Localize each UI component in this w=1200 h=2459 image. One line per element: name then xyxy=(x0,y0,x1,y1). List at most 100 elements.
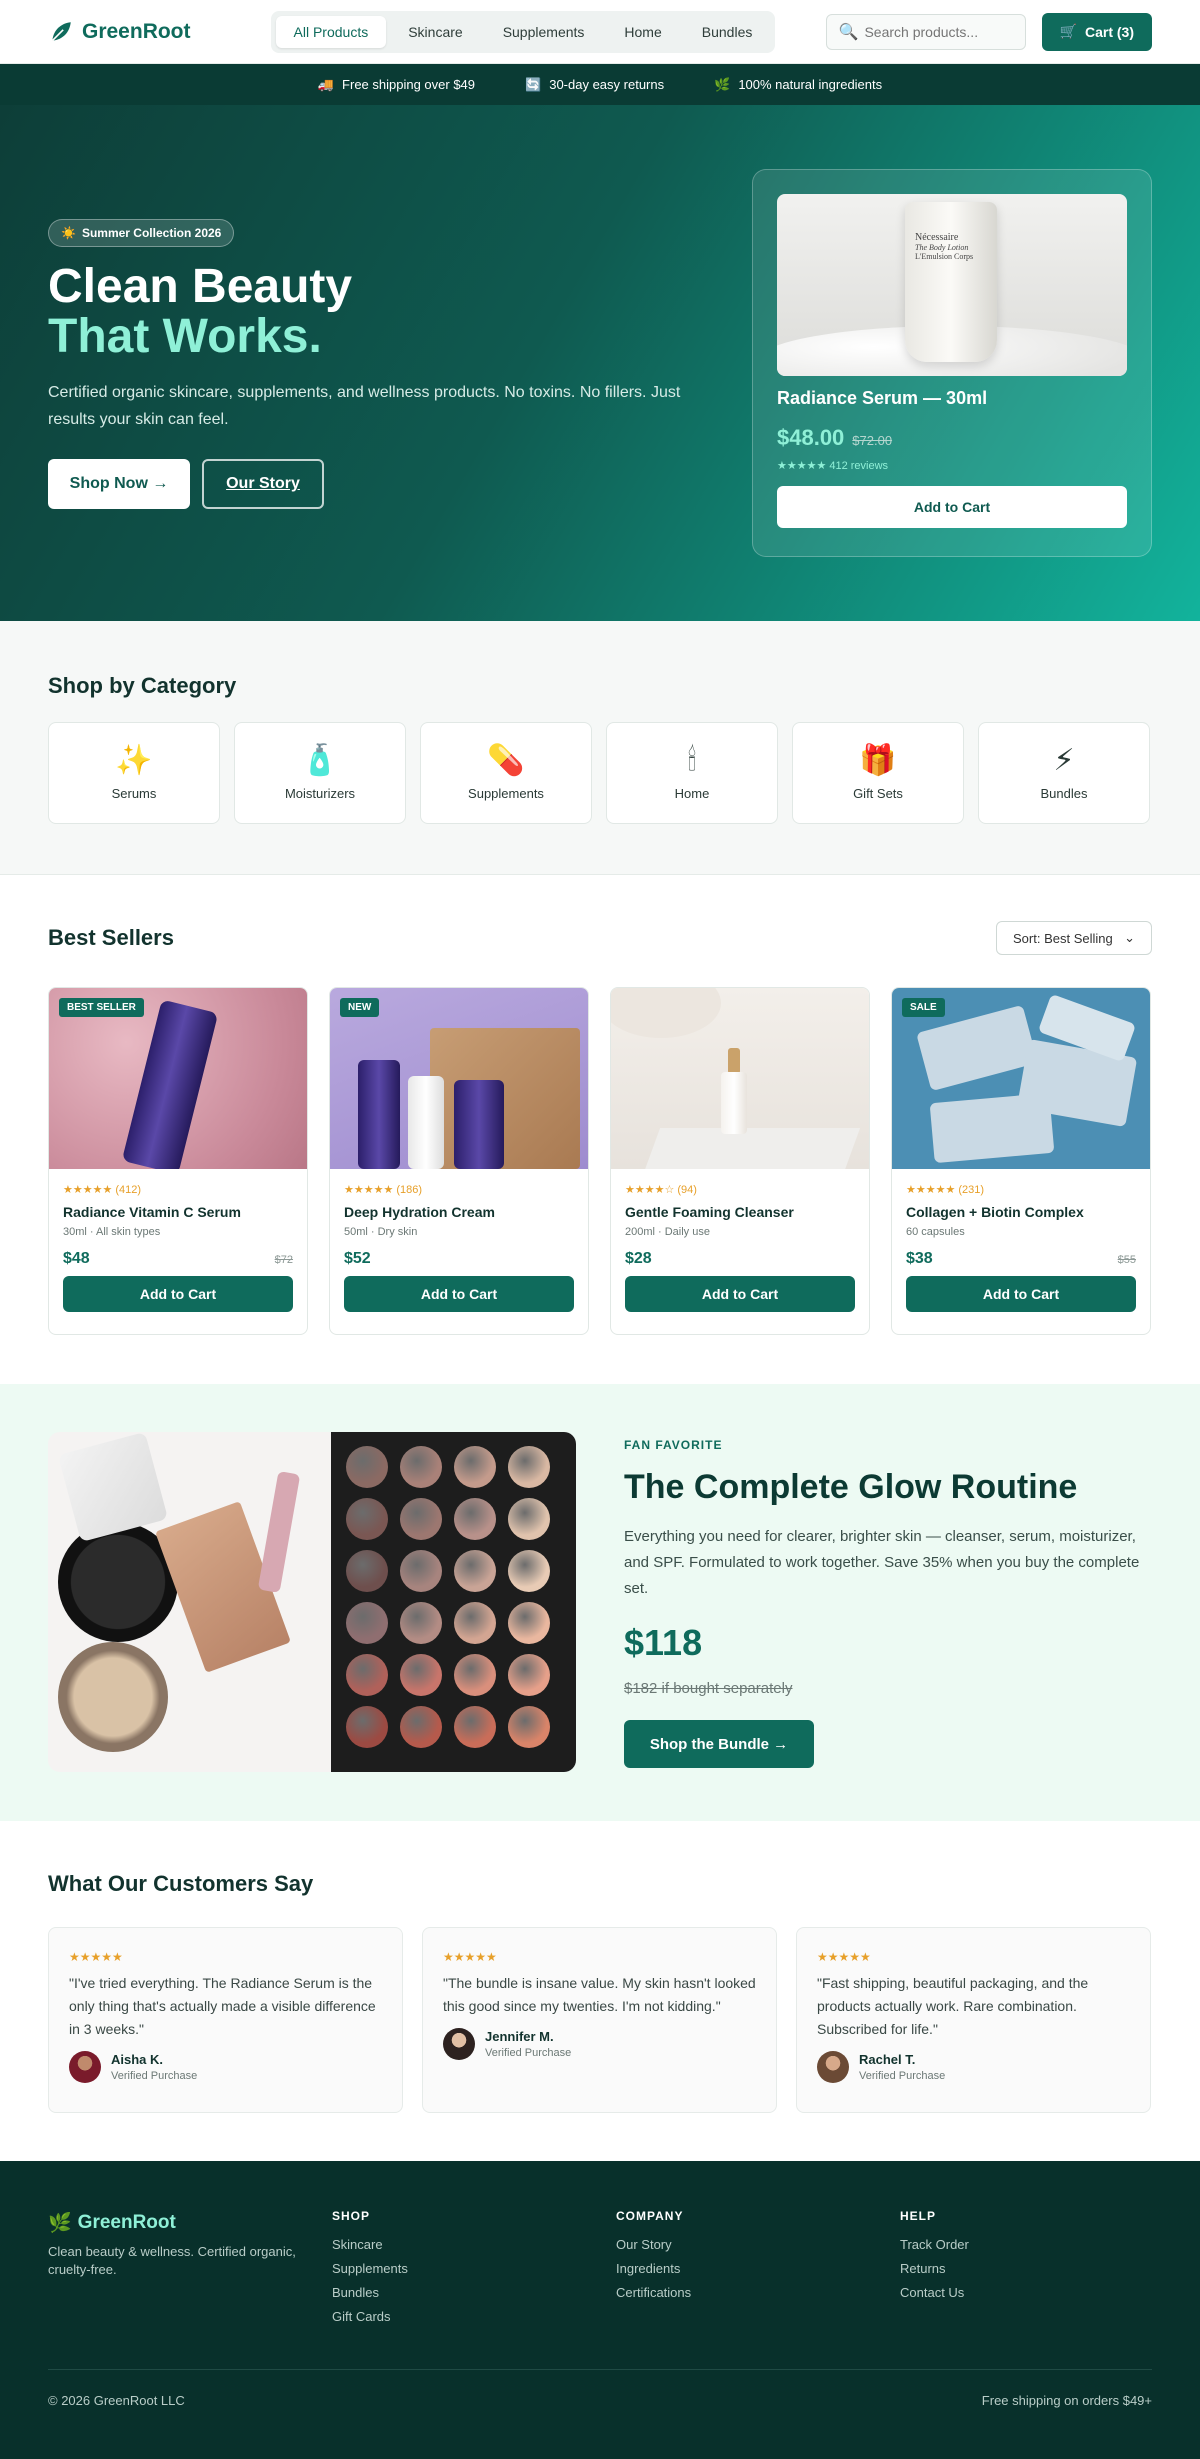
leaf-icon: 🌿 xyxy=(48,2213,72,2234)
tab-home[interactable]: Home xyxy=(606,16,679,48)
promo-eyebrow: FAN FAVORITE xyxy=(624,1438,723,1452)
add-to-cart-button[interactable]: Add to Cart xyxy=(344,1276,574,1312)
product-subtitle: 200ml · Daily use xyxy=(625,1226,710,1238)
footer-link-ingredients[interactable]: Ingredients xyxy=(616,2261,691,2276)
category-section: Shop by Category ✨ Serums 🧴 Moisturizers 💊… xyxy=(0,621,1200,875)
reviews-grid: ★★★★★ "I've tried everything. The Radian… xyxy=(48,1927,1151,2113)
product-name[interactable]: Radiance Vitamin C Serum xyxy=(63,1204,293,1220)
announce-shipping: 🚚 Free shipping over $49 xyxy=(318,77,475,93)
product-card[interactable]: SALE ★★★★★ (231) Collagen + Biotin Compl… xyxy=(891,987,1151,1335)
tab-bundles[interactable]: Bundles xyxy=(684,16,771,48)
announcement-bar: 🚚 Free shipping over $49 🔄 30-day easy ret… xyxy=(0,64,1200,105)
add-to-cart-button[interactable]: Add to Cart xyxy=(63,1276,293,1312)
category-card-moisturizers[interactable]: 🧴 Moisturizers xyxy=(234,722,406,824)
category-label: Serums xyxy=(111,785,157,801)
featured-product-name[interactable]: Radiance Serum — 30ml xyxy=(777,388,1127,409)
footer-link-skincare[interactable]: Skincare xyxy=(332,2237,408,2252)
category-label: Supplements xyxy=(468,785,544,801)
product-old-price: $55 xyxy=(1117,1254,1136,1266)
search-icon: 🔍 xyxy=(838,23,859,41)
footer-company-column: COMPANY Our Story Ingredients Certificat… xyxy=(616,2209,691,2309)
footer-link-returns[interactable]: Returns xyxy=(900,2261,969,2276)
footer-link-contact-us[interactable]: Contact Us xyxy=(900,2285,969,2300)
bundle-promo-section: FAN FAVORITE The Complete Glow Routine E… xyxy=(0,1384,1200,1821)
review-author: Aisha K. Verified Purchase xyxy=(69,2051,382,2083)
product-card[interactable]: BEST SELLER ★★★★★ (412) Radiance Vitamin… xyxy=(48,987,308,1335)
product-price-row: $48 $72 xyxy=(63,1250,293,1268)
hero-title-line1: Clean Beauty xyxy=(48,260,353,313)
category-card-supplements[interactable]: 💊 Supplements xyxy=(420,722,592,824)
product-image xyxy=(611,988,869,1169)
footer-link-bundles[interactable]: Bundles xyxy=(332,2285,408,2300)
category-card-gift-sets[interactable]: 🎁 Gift Sets xyxy=(792,722,964,824)
footer-link-track-order[interactable]: Track Order xyxy=(900,2237,969,2252)
search-input[interactable] xyxy=(864,23,1015,40)
product-card[interactable]: ★★★★☆ (94) Gentle Foaming Cleanser 200ml… xyxy=(610,987,870,1335)
footer-link-gift-cards[interactable]: Gift Cards xyxy=(332,2309,408,2324)
hero-section: ☀️ Summer Collection 2026 Clean Beauty Th… xyxy=(0,105,1200,621)
announce-natural-text: 100% natural ingredients xyxy=(738,77,883,92)
product-card[interactable]: NEW ★★★★★ (186) Deep Hydration Cream 50m… xyxy=(329,987,589,1335)
product-tag: NEW xyxy=(340,998,380,1017)
truck-icon: 🚚 xyxy=(317,76,335,92)
our-story-button[interactable]: Our Story xyxy=(202,459,324,509)
product-price: $38 xyxy=(906,1250,933,1267)
shop-bundle-button[interactable]: Shop the Bundle → xyxy=(624,1720,814,1768)
review-text: "The bundle is insane value. My skin has… xyxy=(443,1975,756,2014)
product-rating: ★★★★★ (186) xyxy=(344,1184,423,1196)
cart-label: Cart (3) xyxy=(1084,23,1134,40)
reviewer-name: Jennifer M. xyxy=(485,2029,554,2044)
footer-link-our-story[interactable]: Our Story xyxy=(616,2237,691,2252)
review-card: ★★★★★ "I've tried everything. The Radian… xyxy=(48,1927,403,2113)
sparkles-icon: ✨ xyxy=(115,743,153,777)
product-price: $48 xyxy=(63,1250,90,1267)
site-footer: 🌿 GreenRoot Clean beauty & wellness. Cert… xyxy=(0,2161,1200,2459)
footer-link-supplements[interactable]: Supplements xyxy=(332,2261,408,2276)
footer-shipping-note: Free shipping on orders $49+ xyxy=(981,2393,1152,2408)
featured-old-price: $72.00 xyxy=(852,433,893,448)
product-price-row: $28 xyxy=(625,1250,855,1268)
hero-title-line2: That Works. xyxy=(48,310,322,363)
best-sellers-section: Best Sellers Sort: Best Selling ⌄ BEST SE… xyxy=(0,875,1200,1384)
footer-shop-column: SHOP Skincare Supplements Bundles Gift C… xyxy=(332,2209,408,2333)
footer-brand-name: GreenRoot xyxy=(77,2212,176,2233)
tab-all-products[interactable]: All Products xyxy=(275,15,387,48)
footer-link-certifications[interactable]: Certifications xyxy=(616,2285,691,2300)
featured-add-to-cart-button[interactable]: Add to Cart xyxy=(777,486,1127,528)
tab-skincare[interactable]: Skincare xyxy=(390,16,480,48)
promo-price: $118 xyxy=(624,1622,703,1663)
cart-button[interactable]: 🛒 Cart (3) xyxy=(1041,12,1152,51)
promo-description: Everything you need for clearer, brighte… xyxy=(624,1528,1140,1597)
site-header: GreenRoot All Products Skincare Suppleme… xyxy=(0,0,1200,64)
product-name[interactable]: Collagen + Biotin Complex xyxy=(906,1204,1136,1220)
featured-reviews: ★★★★★ 412 reviews xyxy=(777,460,889,472)
product-name[interactable]: Gentle Foaming Cleanser xyxy=(625,1204,855,1220)
footer-help-column: HELP Track Order Returns Contact Us xyxy=(900,2209,969,2309)
footer-help-heading: HELP xyxy=(900,2209,937,2223)
avatar xyxy=(817,2051,849,2083)
review-text: "I've tried everything. The Radiance Ser… xyxy=(69,1975,376,2037)
reviewer-name: Rachel T. xyxy=(859,2052,916,2067)
add-to-cart-button[interactable]: Add to Cart xyxy=(625,1276,855,1312)
brand-logo[interactable]: GreenRoot xyxy=(48,19,191,45)
candle-icon: 🕯 xyxy=(687,743,697,777)
review-author: Jennifer M. Verified Purchase xyxy=(443,2028,756,2060)
footer-logo[interactable]: 🌿 GreenRoot xyxy=(48,2211,176,2235)
shop-now-button[interactable]: Shop Now → xyxy=(48,459,190,509)
cart-icon: 🛒 xyxy=(1059,23,1077,39)
sort-select[interactable]: Sort: Best Selling ⌄ xyxy=(996,921,1152,955)
category-card-home[interactable]: 🕯 Home xyxy=(606,722,778,824)
product-name[interactable]: Deep Hydration Cream xyxy=(344,1204,574,1220)
announce-returns-text: 30-day easy returns xyxy=(549,77,665,92)
category-title: Shop by Category xyxy=(48,673,237,698)
add-to-cart-button[interactable]: Add to Cart xyxy=(906,1276,1136,1312)
category-card-serums[interactable]: ✨ Serums xyxy=(48,722,220,824)
tab-supplements[interactable]: Supplements xyxy=(485,16,603,48)
category-card-bundles[interactable]: ⚡ Bundles xyxy=(978,722,1150,824)
product-tag: BEST SELLER xyxy=(59,998,144,1017)
product-price: $28 xyxy=(625,1250,652,1267)
product-rating: ★★★★☆ (94) xyxy=(625,1184,697,1196)
promo-title: The Complete Glow Routine xyxy=(624,1468,1078,1506)
footer-tagline: Clean beauty & wellness. Certified organ… xyxy=(48,2244,296,2277)
lightning-icon: ⚡ xyxy=(1053,743,1075,777)
